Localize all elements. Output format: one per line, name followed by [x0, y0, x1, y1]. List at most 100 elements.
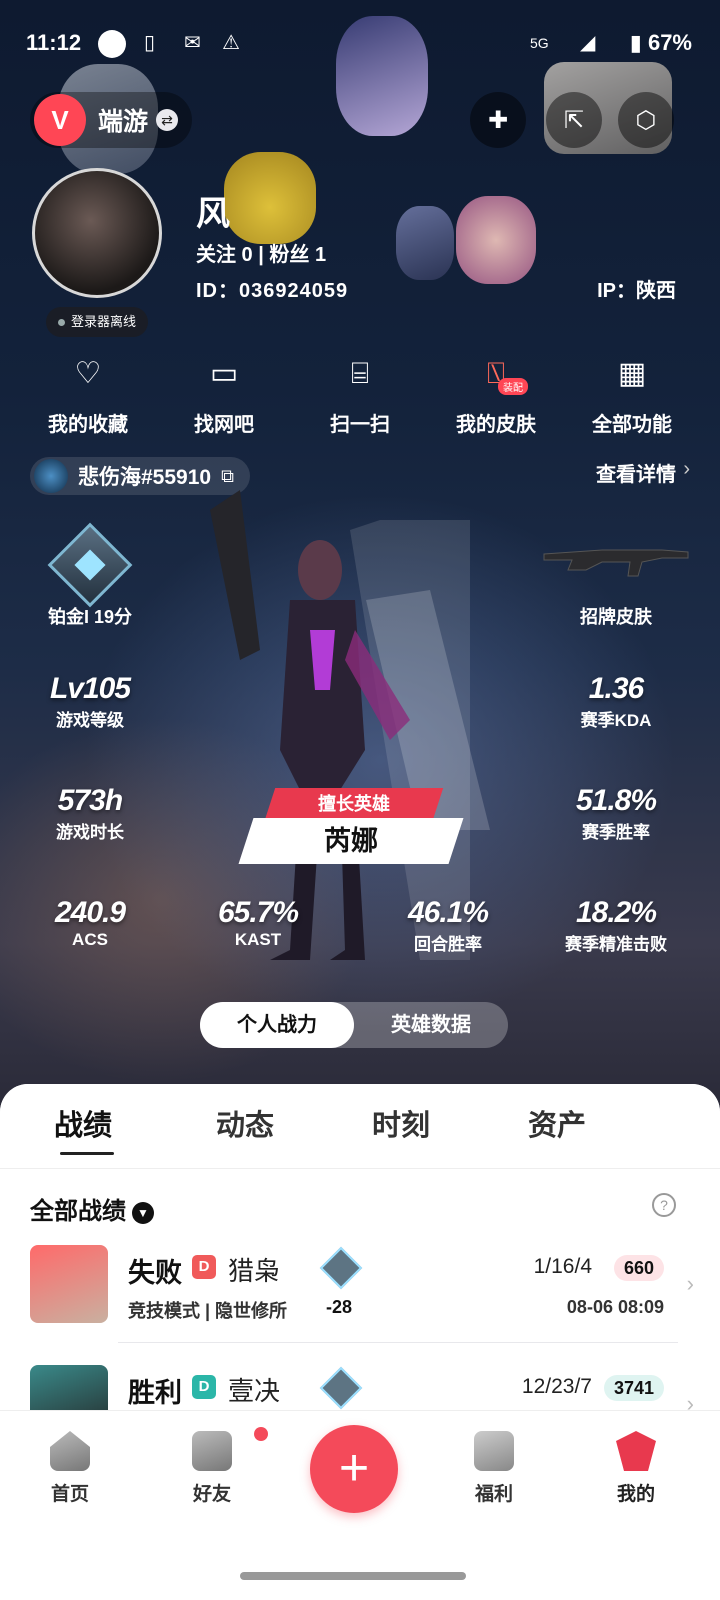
pet-decoration-top	[336, 16, 428, 136]
match-agent: 壹决	[228, 1376, 281, 1406]
rank-icon	[319, 1246, 363, 1290]
nav-friends[interactable]: 好友	[162, 1427, 268, 1506]
stat-label: 游戏时长	[56, 823, 124, 842]
match-mode: 竞技模式 | 隐世修所	[128, 1301, 288, 1321]
login-status-badge: 登录器离线	[46, 307, 149, 337]
pet-decoration-yellow	[224, 152, 316, 244]
notification-dot-icon	[254, 1427, 268, 1441]
home-indicator	[240, 1572, 466, 1580]
division-tag: D	[192, 1255, 216, 1279]
battery-percent: 67%	[647, 30, 692, 55]
nav-me[interactable]: 我的	[586, 1431, 686, 1506]
network-type: 5G	[530, 35, 549, 51]
help-icon[interactable]: ?	[652, 1193, 676, 1217]
pet-decoration-girl	[456, 196, 536, 284]
stat-value: 1.36	[588, 672, 644, 705]
chevron-right-icon: ›	[686, 1271, 694, 1296]
stat-precision-kills: 18.2% 赛季精准击败	[536, 896, 696, 955]
nav-label: 好友	[192, 1484, 231, 1505]
avatar[interactable]	[32, 168, 162, 298]
stat-kast: 65.7% KAST	[178, 896, 338, 950]
match-score: 660	[613, 1255, 664, 1281]
tab-assets[interactable]: 资产	[528, 1102, 586, 1144]
match-row[interactable]: 失败 D 猎枭 竞技模式 | 隐世修所 -28 1/16/4 660 08-06…	[0, 1245, 720, 1355]
nav-label: 首页	[50, 1484, 89, 1505]
riot-id: 悲伤海#55910	[78, 466, 212, 489]
action-find-cafe[interactable]: ▭ 找网吧	[156, 354, 292, 437]
stat-round-winrate: 46.1% 回合胜率	[368, 896, 528, 955]
login-status-text: 登录器离线	[71, 314, 137, 329]
stat-label: 赛季胜率	[582, 823, 650, 842]
match-datetime: 08-06 08:09	[566, 1297, 664, 1317]
stat-label: ACS	[72, 930, 108, 949]
records-filter-label: 全部战绩	[30, 1198, 126, 1225]
action-scan[interactable]: ⌸ 扫一扫	[292, 354, 428, 437]
gift-icon	[474, 1431, 514, 1471]
match-kda: 1/16/4	[533, 1255, 592, 1278]
stat-value: 240.9	[54, 896, 126, 929]
match-result: 失败	[128, 1258, 182, 1288]
tab-records[interactable]: 战绩	[54, 1102, 112, 1144]
stats-segment-toggle: 个人战力 英雄数据	[200, 1002, 508, 1048]
stat-kda: 1.36 赛季KDA	[536, 672, 696, 731]
notification-dot-icon	[98, 30, 126, 58]
battery-level: ▮ 67%	[629, 30, 692, 55]
home-icon	[50, 1431, 90, 1471]
chevron-right-icon: ›	[683, 458, 690, 480]
stat-acs: 240.9 ACS	[10, 896, 170, 950]
nav-rewards[interactable]: 福利	[444, 1431, 544, 1506]
nav-home[interactable]: 首页	[20, 1431, 120, 1506]
profile-emblem-icon	[616, 1431, 656, 1471]
stat-value: 51.8%	[575, 784, 657, 817]
action-favorites[interactable]: ♡ 我的收藏	[20, 354, 156, 437]
records-filter[interactable]: 全部战绩 ▼	[30, 1191, 154, 1226]
follow-stats[interactable]: 关注 0 | 粉丝 1	[196, 238, 326, 267]
action-label: 全部功能	[592, 414, 672, 436]
create-post-button[interactable]: +	[310, 1425, 398, 1513]
action-label: 找网吧	[194, 414, 254, 436]
match-result: 胜利	[128, 1378, 182, 1408]
row-divider	[118, 1342, 678, 1343]
rank-delta: -28	[326, 1297, 353, 1317]
copy-icon[interactable]: ⧉	[221, 466, 234, 487]
game-switcher[interactable]: V 端游 ⇄	[30, 92, 193, 148]
match-score: 3741	[603, 1375, 664, 1401]
tab-moments[interactable]: 时刻	[372, 1102, 430, 1144]
equip-badge: 装配	[498, 378, 528, 395]
switch-icon: ⇄	[156, 109, 179, 131]
view-details-link[interactable]: 查看详情	[596, 458, 676, 487]
tab-feed[interactable]: 动态	[216, 1102, 274, 1144]
monitor-icon: ▭	[209, 357, 239, 390]
add-card-button[interactable]: ✚	[470, 92, 526, 148]
brand-name: 端游	[98, 108, 149, 136]
action-skins[interactable]: ⍂ 装配 我的皮肤	[428, 354, 564, 437]
stat-label: KAST	[234, 930, 282, 949]
stat-value: 573h	[57, 784, 123, 817]
stat-value: 46.1%	[407, 896, 489, 929]
user-id: ID：036924059	[196, 280, 349, 302]
friends-icon	[192, 1427, 268, 1471]
settings-icon: ⬡	[635, 106, 657, 134]
warning-icon: ⚠	[222, 32, 240, 54]
stat-label: 游戏等级	[56, 711, 124, 730]
best-agent-name-text: 芮娜	[324, 826, 378, 856]
stat-value: 65.7%	[217, 896, 299, 929]
match-agent: 猎枭	[228, 1256, 281, 1286]
stat-hours: 573h 游戏时长	[10, 784, 170, 843]
rank-label: 铂金I 19分	[47, 607, 133, 627]
status-dot-icon	[58, 319, 65, 327]
nickname: 风	[196, 195, 230, 233]
quick-actions: ♡ 我的收藏 ▭ 找网吧 ⌸ 扫一扫 ⍂ 装配 我的皮肤 ▦ 全部功能	[20, 354, 700, 437]
pet-decoration-robot	[396, 206, 454, 280]
chevron-down-icon: ▼	[132, 1201, 154, 1224]
settings-button[interactable]: ⬡	[618, 92, 674, 148]
share-button[interactable]: ⇱	[546, 92, 602, 148]
segment-agent-data[interactable]: 英雄数据	[354, 1002, 508, 1048]
action-label: 我的皮肤	[456, 414, 536, 436]
segment-personal-power[interactable]: 个人战力	[200, 1002, 354, 1048]
skin-icon: ⍂	[487, 357, 505, 390]
mail-icon: ✉	[184, 32, 201, 54]
best-agent-name[interactable]: 芮娜	[238, 818, 464, 864]
action-label: 我的收藏	[48, 414, 128, 436]
action-all-features[interactable]: ▦ 全部功能	[564, 354, 700, 437]
